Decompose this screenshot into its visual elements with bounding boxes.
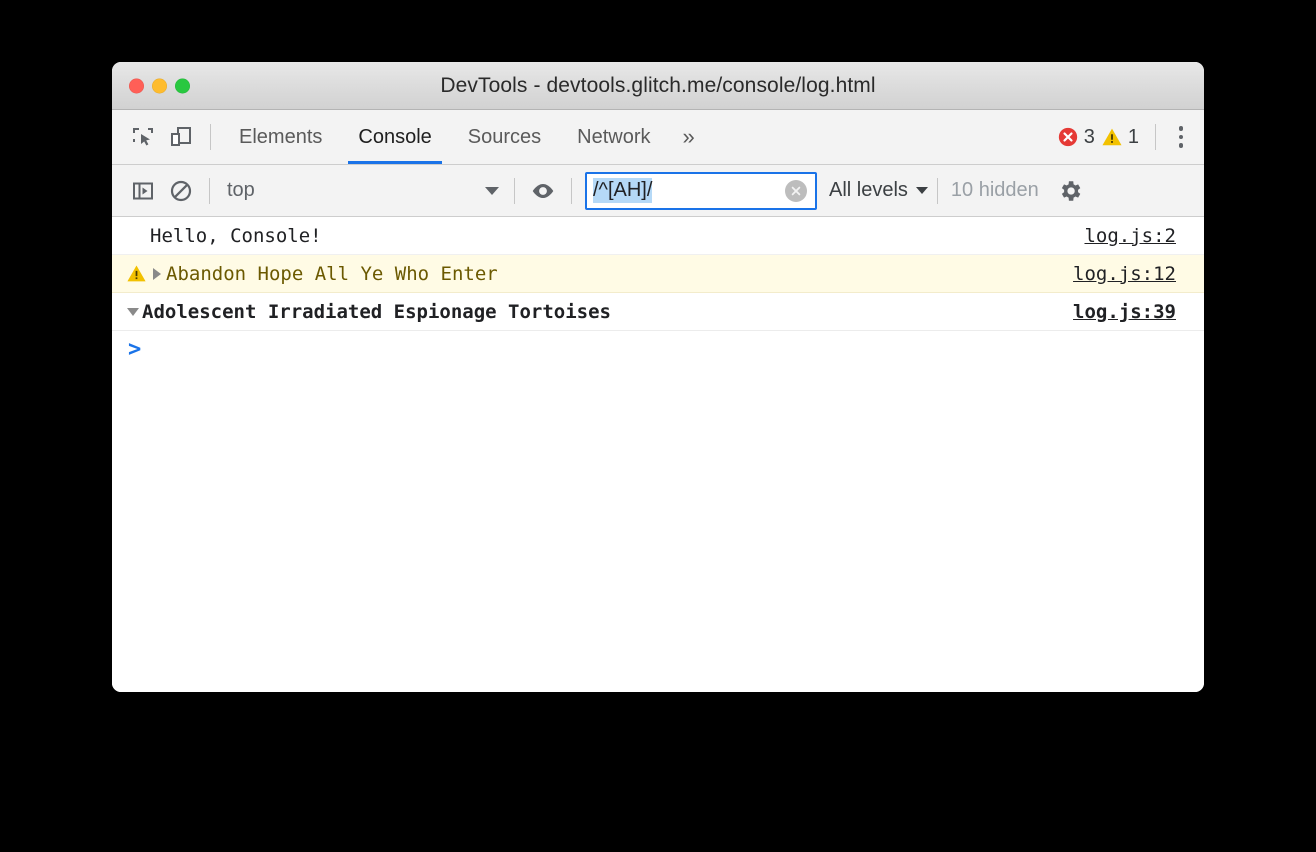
warning-icon <box>124 263 148 284</box>
minimize-window-button[interactable] <box>152 78 167 93</box>
gear-icon[interactable] <box>1053 174 1087 208</box>
tabbar-status: 3 1 <box>1057 124 1204 150</box>
tab-elements[interactable]: Elements <box>221 110 340 164</box>
warning-counter[interactable]: 1 <box>1101 126 1139 149</box>
tab-console[interactable]: Console <box>340 110 449 164</box>
console-message-list[interactable]: Hello, Console! log.js:2 Abandon Hope Al… <box>112 217 1204 692</box>
filter-value[interactable]: /^[AH]/ <box>593 178 653 203</box>
toolbar-divider-4 <box>936 177 938 204</box>
disclosure-triangle-collapsed-icon[interactable] <box>148 267 166 280</box>
console-source-link[interactable]: log.js:12 <box>1073 263 1204 285</box>
error-counter[interactable]: 3 <box>1057 126 1095 149</box>
close-window-button[interactable] <box>129 78 144 93</box>
chevron-down-icon <box>485 186 499 195</box>
maximize-window-button[interactable] <box>175 78 190 93</box>
toolbar-divider-1 <box>209 177 210 204</box>
execution-context-value: top <box>227 179 255 201</box>
more-tabs-icon[interactable]: » <box>669 110 709 164</box>
console-message-warning[interactable]: Abandon Hope All Ye Who Enter log.js:12 <box>112 255 1204 293</box>
console-prompt-input[interactable] <box>141 337 1204 363</box>
error-count: 3 <box>1083 125 1095 148</box>
console-prompt[interactable]: > <box>112 331 1204 369</box>
console-source-link[interactable]: log.js:39 <box>1073 301 1204 323</box>
execution-context-selector[interactable]: top <box>219 174 505 208</box>
chevron-down-icon <box>915 187 928 194</box>
prompt-chevron-icon: > <box>128 337 142 362</box>
clear-console-icon[interactable] <box>162 172 200 210</box>
log-level-selector[interactable]: All levels <box>829 179 928 202</box>
console-message-log[interactable]: Hello, Console! log.js:2 <box>112 217 1204 255</box>
warning-count: 1 <box>1127 125 1139 148</box>
console-group-title: Adolescent Irradiated Espionage Tortoise… <box>142 300 611 323</box>
console-message-group[interactable]: Adolescent Irradiated Espionage Tortoise… <box>112 293 1204 331</box>
panel-tabs: Elements Console Sources Network » <box>221 110 709 164</box>
inspect-element-icon[interactable] <box>124 118 162 156</box>
hidden-messages-count[interactable]: 10 hidden <box>951 179 1039 202</box>
filter-input[interactable]: /^[AH]/ <box>585 171 817 210</box>
window-title: DevTools - devtools.glitch.me/console/lo… <box>440 73 876 97</box>
console-source-link[interactable]: log.js:2 <box>1084 225 1204 247</box>
status-divider <box>1155 124 1156 150</box>
console-message-text: Abandon Hope All Ye Who Enter <box>166 262 498 285</box>
live-expression-eye-icon[interactable] <box>524 172 562 210</box>
disclosure-triangle-expanded-icon[interactable] <box>124 307 142 316</box>
devtools-tabbar: Elements Console Sources Network » 3 1 <box>112 110 1204 165</box>
tabbar-divider <box>210 124 211 150</box>
error-icon <box>1058 127 1077 147</box>
kebab-menu-icon[interactable] <box>1166 126 1196 148</box>
console-toolbar: top /^[AH]/ All levels 10 hidden <box>112 165 1204 217</box>
toolbar-divider-3 <box>571 177 572 204</box>
tab-sources[interactable]: Sources <box>450 110 559 164</box>
window-controls <box>129 78 190 93</box>
toolbar-divider-2 <box>514 177 515 204</box>
devtools-window: DevTools - devtools.glitch.me/console/lo… <box>112 62 1204 692</box>
warning-icon <box>1102 128 1122 146</box>
log-level-value: All levels <box>829 179 908 201</box>
window-titlebar: DevTools - devtools.glitch.me/console/lo… <box>112 62 1204 110</box>
console-message-text: Hello, Console! <box>150 224 322 247</box>
tab-network[interactable]: Network <box>559 110 668 164</box>
clear-filter-icon[interactable] <box>785 179 807 202</box>
device-toolbar-icon[interactable] <box>162 118 200 156</box>
console-sidebar-toggle-icon[interactable] <box>124 172 162 210</box>
